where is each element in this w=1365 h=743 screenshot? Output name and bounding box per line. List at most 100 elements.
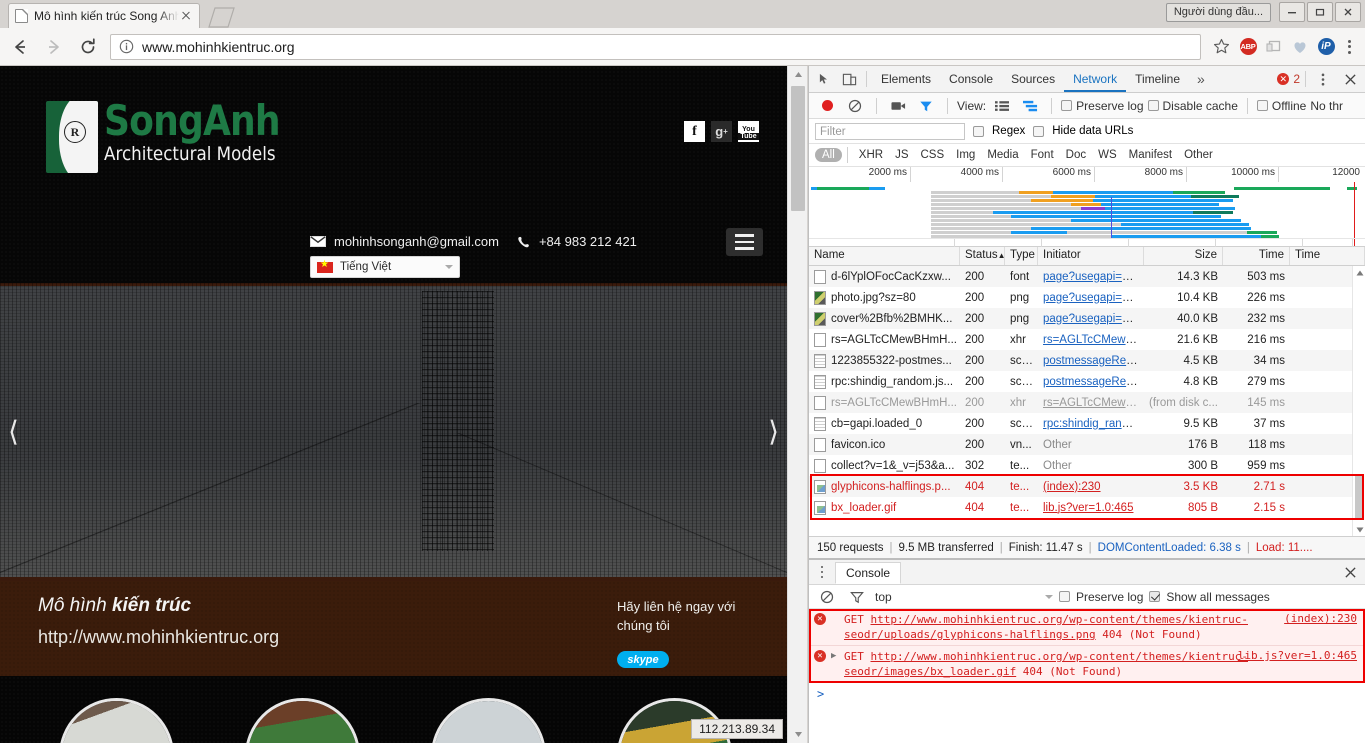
console-source-link[interactable]: (index):230 xyxy=(1284,612,1357,625)
drawer-tab-console[interactable]: Console xyxy=(835,561,902,584)
tab-timeline[interactable]: Timeline xyxy=(1126,66,1189,92)
scrollbar-thumb[interactable] xyxy=(791,86,805,211)
table-row[interactable]: photo.jpg?sz=80 200 png page?usegapi=1&h...… xyxy=(809,287,1365,308)
email-contact[interactable]: mohinhsonganh@gmail.com xyxy=(310,234,499,249)
table-row[interactable]: d-6lYplOFocCacKzxw... 200 font page?usegapi… xyxy=(809,266,1365,287)
slider-next-arrow[interactable]: ⟩ xyxy=(768,418,779,446)
column-header-waterfall[interactable]: Time xyxy=(1290,247,1365,265)
table-row[interactable]: rs=AGLTcCMewBHmH... 200 xhr rs=AGLTcCMewBH.… xyxy=(809,329,1365,350)
table-row[interactable]: cb=gapi.loaded_0 200 scr... rpc:shindig_ran… xyxy=(809,413,1365,434)
drawer-menu-icon[interactable] xyxy=(813,565,831,579)
expand-arrow-icon[interactable]: ▶ xyxy=(831,651,839,679)
request-url-link[interactable]: http://www.mohinhkientruc.org/wp-content… xyxy=(844,613,1248,641)
screenshot-extension-icon[interactable] xyxy=(1261,34,1287,60)
type-filter-xhr[interactable]: XHR xyxy=(853,148,889,162)
type-filter-img[interactable]: Img xyxy=(950,148,981,162)
console-preserve-log-checkbox[interactable] xyxy=(1059,591,1070,602)
clear-button[interactable] xyxy=(843,94,867,118)
clear-console-icon[interactable] xyxy=(815,585,839,609)
column-header-time[interactable]: Time xyxy=(1223,247,1290,265)
console-message[interactable]: ✕ ▶ GET http://www.mohinhkientruc.org/wp-c… xyxy=(809,646,1365,683)
error-count-badge[interactable]: ✕ 2 xyxy=(1277,72,1300,86)
table-row[interactable]: collect?v=1&_v=j53&a... 302 te... Other 300 … xyxy=(809,455,1365,476)
network-table-scrollbar[interactable] xyxy=(1352,266,1365,536)
initiator-link[interactable]: rs=AGLTcCMewBH... xyxy=(1043,397,1144,409)
facebook-icon[interactable]: f xyxy=(684,121,705,142)
phone-contact[interactable]: +84 983 212 421 xyxy=(517,234,637,249)
hide-data-urls-checkbox[interactable] xyxy=(1033,125,1045,137)
offline-checkbox[interactable] xyxy=(1256,100,1268,111)
tab-elements[interactable]: Elements xyxy=(872,66,940,92)
filter-input[interactable]: Filter xyxy=(815,122,965,140)
ip-extension-icon[interactable]: iP xyxy=(1313,34,1339,60)
show-all-messages-checkbox[interactable] xyxy=(1149,591,1161,602)
close-devtools-icon[interactable] xyxy=(1339,68,1361,90)
scroll-down-arrow-icon[interactable] xyxy=(1353,523,1365,536)
type-filter-font[interactable]: Font xyxy=(1025,148,1060,162)
initiator-link[interactable]: postmessageRelay... xyxy=(1043,376,1144,388)
column-header-type[interactable]: Type xyxy=(1005,247,1038,265)
language-selector[interactable]: Tiếng Việt xyxy=(310,256,460,278)
disable-cache-checkbox[interactable] xyxy=(1147,100,1159,111)
skype-icon[interactable]: skype xyxy=(617,651,669,668)
page-scrollbar[interactable] xyxy=(787,66,807,743)
column-header-name[interactable]: Name xyxy=(809,247,960,265)
bookmark-star-icon[interactable] xyxy=(1209,38,1233,55)
request-url-link[interactable]: http://www.mohinhkientruc.org/wp-content… xyxy=(844,650,1248,678)
table-row[interactable]: cover%2Bfb%2BMHK... 200 png page?usegapi=1&… xyxy=(809,308,1365,329)
youtube-icon[interactable]: You Tube xyxy=(738,121,759,142)
maximize-button[interactable] xyxy=(1307,2,1333,22)
console-source-link[interactable]: lib.js?ver=1.0:465 xyxy=(1238,649,1357,662)
menu-toggle-button[interactable] xyxy=(726,228,763,256)
scroll-up-arrow-icon[interactable] xyxy=(788,66,808,83)
initiator-link[interactable]: (index):230 xyxy=(1043,481,1101,493)
back-icon[interactable] xyxy=(6,33,34,61)
googleplus-icon[interactable]: g + xyxy=(711,121,732,142)
execution-context-selector[interactable]: top xyxy=(875,590,1053,604)
scrollbar-thumb[interactable] xyxy=(1355,474,1364,520)
profile-chip[interactable]: Người dùng đầu... xyxy=(1165,2,1271,22)
type-filter-ws[interactable]: WS xyxy=(1092,148,1123,162)
devtools-menu-icon[interactable] xyxy=(1311,67,1335,91)
preserve-log-checkbox[interactable] xyxy=(1061,100,1073,111)
scroll-down-arrow-icon[interactable] xyxy=(788,726,808,743)
scroll-up-arrow-icon[interactable] xyxy=(1353,266,1365,279)
table-row[interactable]: rpc:shindig_random.js... 200 scr... postmes… xyxy=(809,371,1365,392)
page-info-icon[interactable] xyxy=(119,39,134,54)
close-window-button[interactable] xyxy=(1335,2,1361,22)
tab-network[interactable]: Network xyxy=(1064,66,1127,92)
table-row[interactable]: glyphicons-halflings.p... 404 te... (index)… xyxy=(809,476,1365,497)
chrome-menu-icon[interactable] xyxy=(1339,36,1359,58)
network-overview[interactable]: 2000 ms 4000 ms 6000 ms 8000 ms 10000 ms… xyxy=(809,167,1365,247)
more-tabs-icon[interactable]: » xyxy=(1189,71,1213,87)
table-row[interactable]: favicon.ico 200 vn... Other 176 B 118 ms xyxy=(809,434,1365,455)
console-messages[interactable]: ✕ GET http://www.mohinhkientruc.org/wp-co… xyxy=(809,609,1365,743)
initiator-link[interactable]: postmessageRelay... xyxy=(1043,355,1144,367)
type-filter-all[interactable]: All xyxy=(815,148,842,162)
regex-checkbox[interactable] xyxy=(973,125,984,137)
initiator-link[interactable]: page?usegapi=1&h... xyxy=(1043,271,1144,283)
adblock-plus-icon[interactable]: ABP xyxy=(1235,34,1261,60)
close-tab-icon[interactable] xyxy=(179,9,193,23)
column-header-initiator[interactable]: Initiator xyxy=(1038,247,1144,265)
table-row[interactable]: bx_loader.gif 404 te... lib.js?ver=1.0:465 8… xyxy=(809,497,1365,518)
capture-screenshots-icon[interactable] xyxy=(886,94,910,118)
initiator-link[interactable]: rs=AGLTcCMewBH... xyxy=(1043,334,1144,346)
waterfall-view-icon[interactable] xyxy=(1018,94,1042,118)
table-row[interactable]: rs=AGLTcCMewBHmH... 200 xhr rs=AGLTcCMewBH.… xyxy=(809,392,1365,413)
minimize-button[interactable] xyxy=(1279,2,1305,22)
initiator-link[interactable]: page?usegapi=1&h... xyxy=(1043,313,1144,325)
close-drawer-icon[interactable] xyxy=(1339,561,1361,583)
console-message[interactable]: ✕ GET http://www.mohinhkientruc.org/wp-co… xyxy=(809,609,1365,646)
type-filter-media[interactable]: Media xyxy=(981,148,1024,162)
initiator-link[interactable]: rpc:shindig_rando... xyxy=(1043,418,1144,430)
slider-prev-arrow[interactable]: ⟨ xyxy=(8,418,19,446)
inspect-element-icon[interactable] xyxy=(813,67,837,91)
initiator-link[interactable]: lib.js?ver=1.0:465 xyxy=(1043,502,1133,514)
type-filter-manifest[interactable]: Manifest xyxy=(1123,148,1178,162)
type-filter-other[interactable]: Other xyxy=(1178,148,1219,162)
address-bar[interactable]: www.mohinhkientruc.org xyxy=(110,33,1201,60)
console-prompt[interactable]: > xyxy=(809,683,1365,705)
tab-sources[interactable]: Sources xyxy=(1002,66,1064,92)
heart-extension-icon[interactable] xyxy=(1287,34,1313,60)
